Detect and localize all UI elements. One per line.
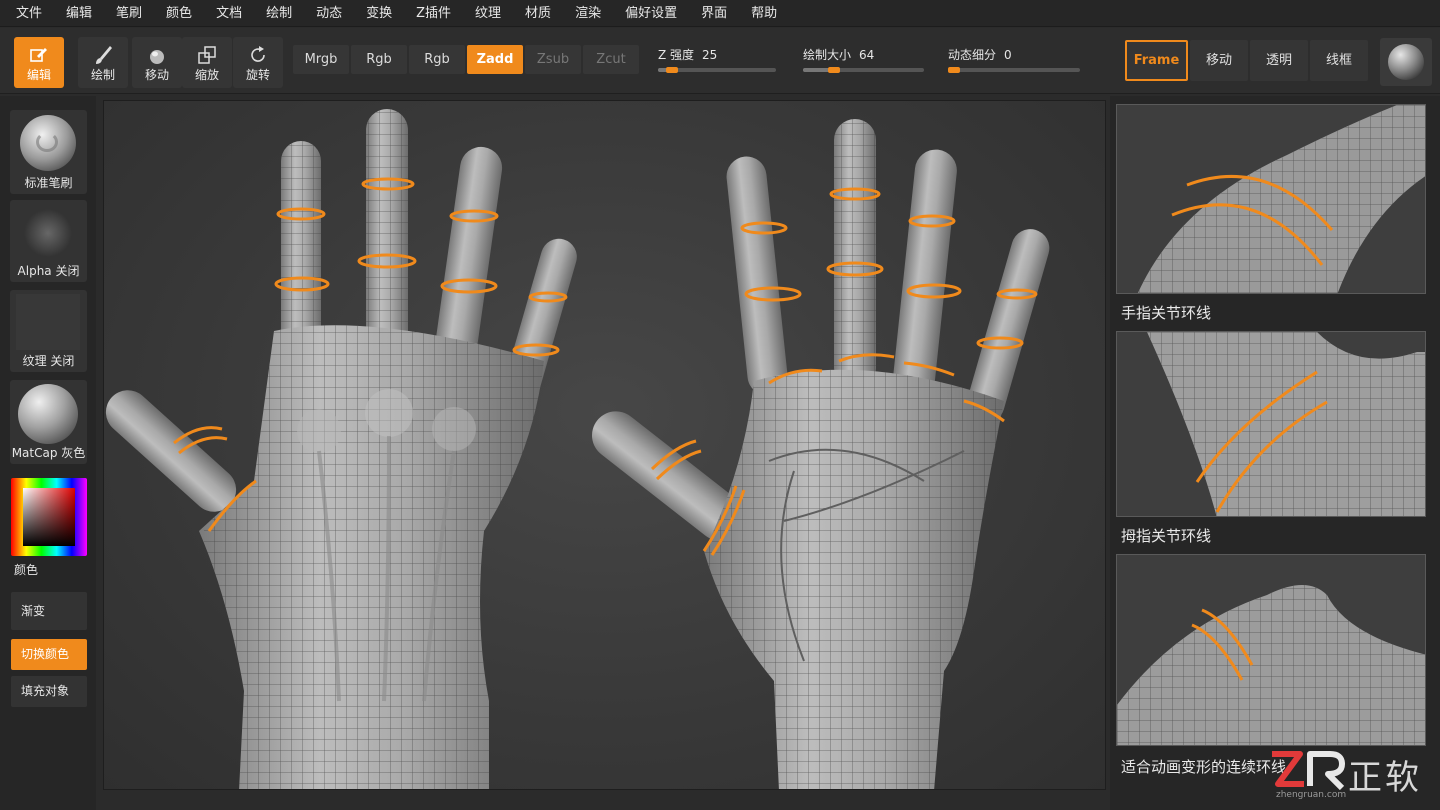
z-intensity-label: Z 强度	[658, 48, 695, 62]
rgb-button-2[interactable]: Rgb	[409, 45, 465, 74]
gradient-button[interactable]: 渐变	[11, 592, 87, 630]
dynamic-subdiv-value: 0	[1004, 48, 1012, 62]
matcap-sphere-icon	[18, 384, 78, 444]
back-hand-model	[105, 109, 577, 789]
edit-tool-button[interactable]: 编辑	[14, 37, 64, 88]
draw-tool-label: 绘制	[90, 68, 115, 82]
frame-button[interactable]: Frame	[1125, 40, 1188, 81]
matcap-label: MatCap 灰色	[11, 446, 86, 460]
move-tool-button[interactable]: 移动	[132, 37, 182, 88]
menu-transform[interactable]: 变换	[354, 0, 404, 27]
alpha-dots-icon	[16, 204, 80, 262]
watermark-url: zhengruan.com	[1276, 790, 1347, 800]
scale-tool-label: 缩放	[194, 68, 219, 82]
texture-label: 纹理 关闭	[22, 354, 75, 368]
texture-selector[interactable]: 纹理 关闭	[10, 290, 87, 372]
brush-swirl-icon	[36, 132, 58, 152]
material-thumbnail[interactable]	[1380, 38, 1432, 86]
material-sphere-icon	[1388, 44, 1424, 80]
menu-movie[interactable]: 动态	[304, 0, 354, 27]
zsub-button[interactable]: Zsub	[525, 45, 581, 74]
finger-joint-illustration	[1137, 105, 1425, 293]
watermark-logo: 正软 zhengruan.com	[1268, 748, 1436, 804]
alpha-label: Alpha 关闭	[17, 264, 80, 278]
menu-bar: 文件 编辑 笔刷 颜色 文档 绘制 动态 变换 Z插件 纹理 材质 渲染 偏好设…	[0, 0, 1440, 27]
matcap-selector[interactable]: MatCap 灰色	[10, 380, 87, 464]
mode-group: Mrgb Rgb Rgb Zadd Zsub Zcut	[293, 45, 641, 74]
menu-texture[interactable]: 纹理	[463, 0, 513, 27]
wireframe-button[interactable]: 线框	[1310, 40, 1368, 81]
draw-tool-button[interactable]: 绘制	[78, 37, 128, 88]
animation-loop-illustration	[1117, 585, 1425, 745]
view-controls: Frame 移动 透明 线框	[1125, 40, 1370, 81]
brush-icon	[96, 46, 112, 64]
animation-loop-reference-image	[1116, 554, 1426, 746]
color-picker-square[interactable]	[23, 488, 75, 546]
view-move-button[interactable]: 移动	[1190, 40, 1248, 81]
edit-tool-label: 编辑	[26, 68, 51, 82]
dynamic-subdiv-label: 动态细分	[948, 48, 997, 62]
finger-joint-reference-image	[1116, 104, 1426, 294]
zadd-button[interactable]: Zadd	[467, 45, 523, 74]
menu-interface[interactable]: 界面	[689, 0, 739, 27]
dynamic-subdiv-thumb[interactable]	[948, 67, 960, 73]
rotate-tool-label: 旋转	[245, 68, 270, 82]
z-intensity-value: 25	[702, 48, 718, 62]
z-intensity-thumb[interactable]	[666, 67, 679, 73]
brush-selector[interactable]: 标准笔刷	[10, 110, 87, 194]
menu-color[interactable]: 颜色	[154, 0, 204, 27]
draw-size-label: 绘制大小	[803, 48, 852, 62]
scale-tool-button[interactable]: 缩放	[182, 37, 232, 88]
draw-size-value: 64	[859, 48, 875, 62]
finger-joint-caption: 手指关节环线	[1121, 304, 1212, 322]
menu-zplugin[interactable]: Z插件	[404, 0, 463, 27]
menu-material[interactable]: 材质	[513, 0, 563, 27]
zcut-button[interactable]: Zcut	[583, 45, 639, 74]
palm-hand-model	[591, 119, 1050, 789]
menu-brush[interactable]: 笔刷	[104, 0, 154, 27]
mrgb-button[interactable]: Mrgb	[293, 45, 349, 74]
thumb-joint-caption: 拇指关节环线	[1121, 527, 1212, 545]
scale-icon	[198, 46, 216, 64]
z-intensity-track[interactable]	[658, 67, 776, 73]
rotate-tool-button[interactable]: 旋转	[233, 37, 283, 88]
move-icon	[150, 50, 164, 64]
zr-logo-icon	[1272, 751, 1345, 791]
menu-help[interactable]: 帮助	[739, 0, 789, 27]
animation-loop-caption: 适合动画变形的连续环线	[1121, 758, 1287, 776]
brush-label: 标准笔刷	[24, 176, 73, 190]
rgb-button[interactable]: Rgb	[351, 45, 407, 74]
menu-file[interactable]: 文件	[4, 0, 54, 27]
draw-size-thumb[interactable]	[828, 67, 841, 73]
draw-size-track[interactable]	[803, 67, 924, 73]
left-panel: 标准笔刷 Alpha 关闭 纹理 关闭 MatCap 灰色 颜色 渐变 切换颜色…	[0, 96, 96, 810]
menu-edit[interactable]: 编辑	[54, 0, 104, 27]
texture-empty-icon	[16, 294, 80, 350]
alpha-selector[interactable]: Alpha 关闭	[10, 200, 87, 282]
menu-render[interactable]: 渲染	[563, 0, 613, 27]
transparent-button[interactable]: 透明	[1250, 40, 1308, 81]
rotate-icon	[251, 46, 265, 62]
color-label: 颜色	[14, 563, 39, 577]
watermark-text: 正软	[1348, 758, 1422, 798]
thumb-joint-illustration	[1147, 332, 1425, 516]
color-picker[interactable]	[11, 478, 87, 556]
menu-document[interactable]: 文档	[204, 0, 254, 27]
3d-viewport[interactable]	[103, 100, 1106, 790]
reference-panel: 手指关节环线 拇指关节环线 适合动画变形的连续环线	[1110, 96, 1440, 810]
move-tool-label: 移动	[144, 68, 169, 82]
switch-color-button[interactable]: 切换颜色	[11, 639, 87, 670]
fill-object-button[interactable]: 填充对象	[11, 676, 87, 707]
viewport-canvas	[105, 109, 1050, 789]
thumb-joint-reference-image	[1116, 331, 1426, 517]
dynamic-subdiv-track[interactable]	[948, 67, 1080, 73]
menu-draw[interactable]: 绘制	[254, 0, 304, 27]
menu-preferences[interactable]: 偏好设置	[613, 0, 689, 27]
edit-icon	[30, 48, 47, 62]
